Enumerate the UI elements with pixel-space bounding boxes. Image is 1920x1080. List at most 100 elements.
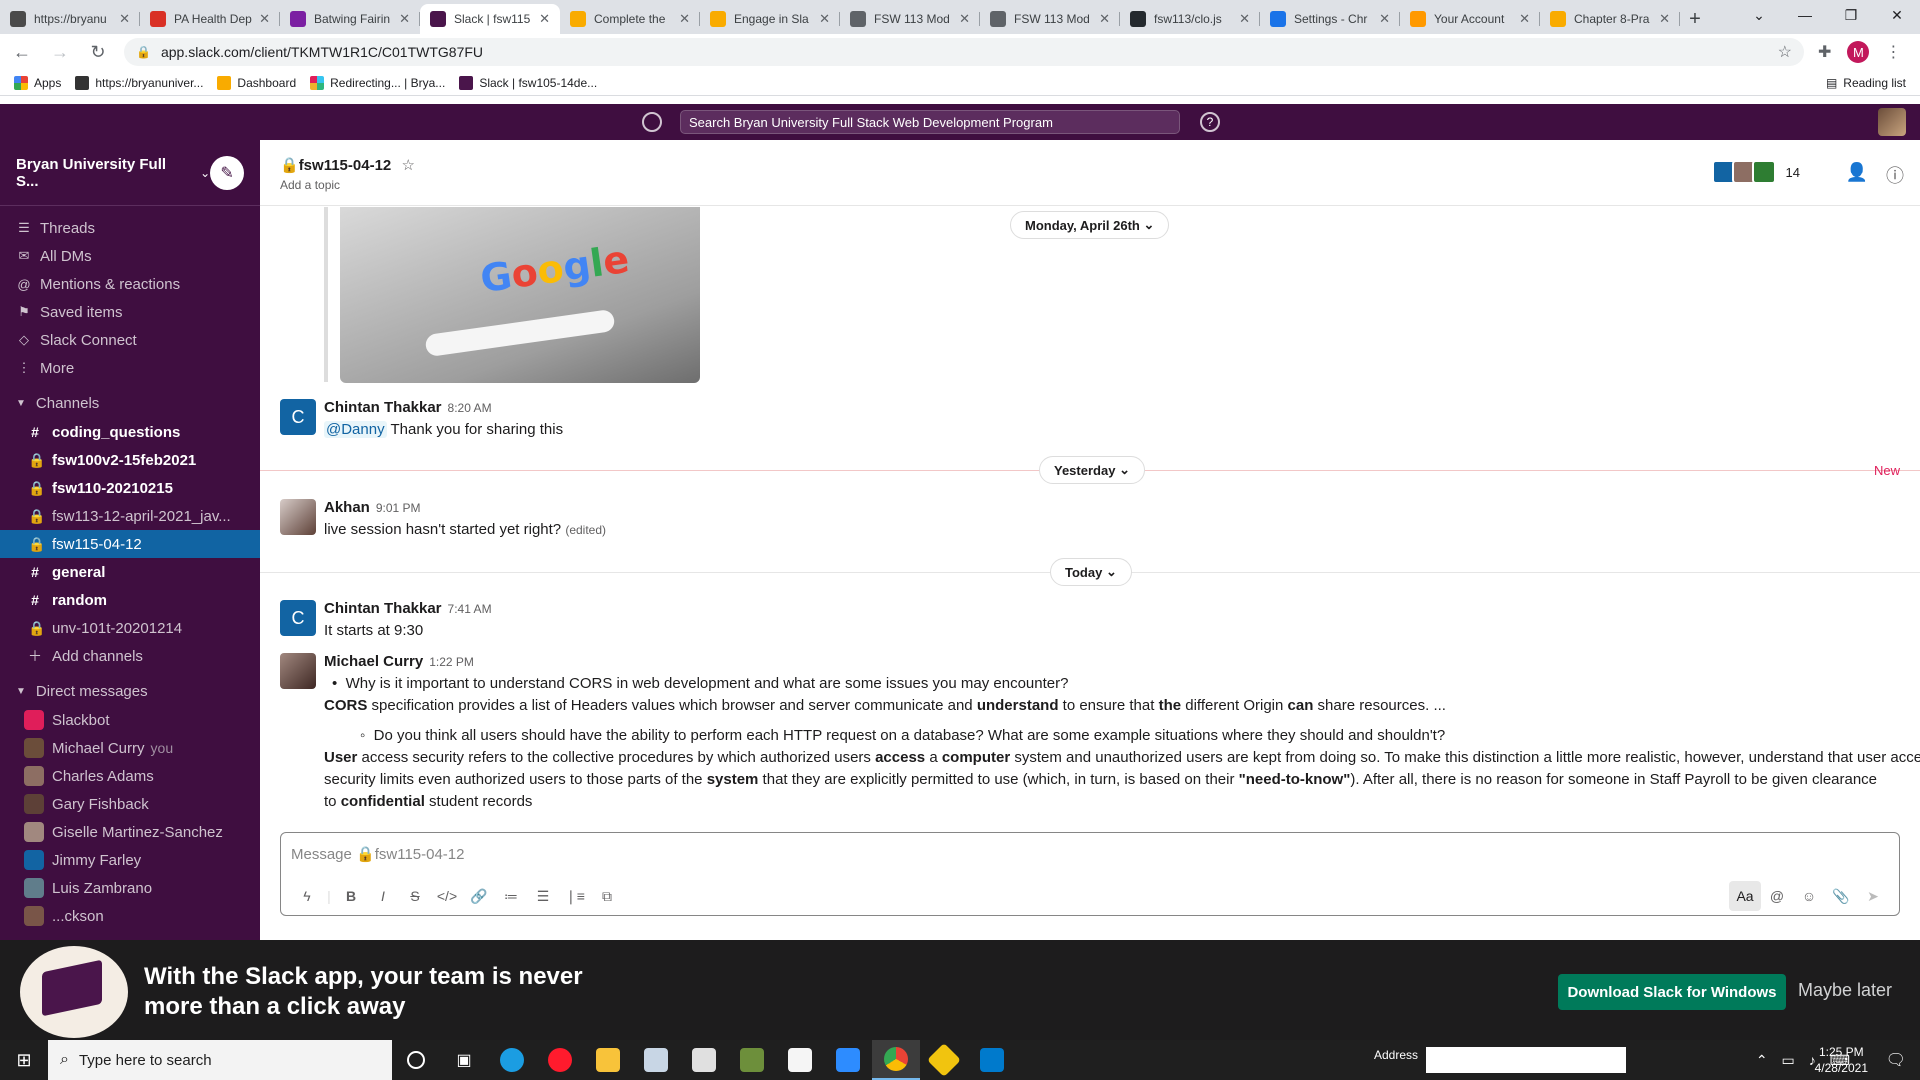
chrome-icon[interactable] xyxy=(872,1040,920,1080)
workspace-header[interactable]: Bryan University Full S... ⌄ ✎ xyxy=(0,140,260,206)
channels-section-header[interactable]: ▼ Channels xyxy=(0,388,260,418)
sidebar-item-saved-items[interactable]: ⚑ Saved items xyxy=(0,298,260,326)
tab-close-icon[interactable]: ✕ xyxy=(819,11,830,27)
add-channels-button[interactable]: ＋ Add channels xyxy=(0,642,260,670)
dm-item[interactable]: ...ckson xyxy=(0,902,260,930)
dm-item[interactable]: Charles Adams xyxy=(0,762,260,790)
message-author[interactable]: Akhan 9:01 PM xyxy=(324,499,421,516)
channel-item[interactable]: 🔒 fsw100v2-15feb2021 xyxy=(0,446,260,474)
dm-item[interactable]: Slackbot xyxy=(0,706,260,734)
formatting-toggle-icon[interactable]: Aa xyxy=(1729,881,1761,911)
tab-close-icon[interactable]: ✕ xyxy=(259,11,270,27)
dm-item[interactable]: Michael Curry you xyxy=(0,734,260,762)
browser-tab[interactable]: PA Health Dep ✕ xyxy=(140,4,280,34)
attach-icon[interactable]: 📎 xyxy=(1825,881,1857,911)
browser-tab[interactable]: Engage in Sla ✕ xyxy=(700,4,840,34)
sidebar-item-more[interactable]: ⋮ More xyxy=(0,354,260,382)
channel-topic[interactable]: Add a topic xyxy=(280,178,340,192)
message-time[interactable]: 1:22 PM xyxy=(429,655,474,669)
restore-icon[interactable]: ❐ xyxy=(1828,0,1874,30)
taskbar-search[interactable]: ⌕ Type here to search xyxy=(48,1040,392,1080)
italic-icon[interactable]: I xyxy=(367,888,399,904)
chrome-menu-icon[interactable]: ⋮ xyxy=(1885,42,1901,62)
bookmark-star-icon[interactable]: ☆ xyxy=(1778,42,1792,62)
tab-close-icon[interactable]: ✕ xyxy=(1519,11,1530,27)
shortcuts-icon[interactable]: ϟ xyxy=(291,888,323,904)
file-explorer-icon[interactable] xyxy=(584,1040,632,1080)
bookmark-redirecting[interactable]: Redirecting... | Brya... xyxy=(310,75,445,90)
chevron-up-icon[interactable]: ⌃ xyxy=(1756,1052,1768,1069)
channel-item[interactable]: 🔒 unv-101t-20201214 xyxy=(0,614,260,642)
avatar[interactable] xyxy=(280,499,316,535)
vscode-icon[interactable] xyxy=(968,1040,1016,1080)
tab-search-icon[interactable]: ⌄ xyxy=(1736,0,1782,30)
profile-avatar[interactable]: M xyxy=(1847,41,1870,63)
message-time[interactable]: 8:20 AM xyxy=(448,401,492,415)
message-author[interactable]: Chintan Thakkar 8:20 AM xyxy=(324,399,492,416)
tab-close-icon[interactable]: ✕ xyxy=(119,11,130,27)
browser-tab[interactable]: fsw113/clo.js ✕ xyxy=(1120,4,1260,34)
back-icon[interactable]: ← xyxy=(6,36,38,68)
address-toolbar-input[interactable] xyxy=(1426,1047,1626,1073)
sidebar-item-threads[interactable]: ☰ Threads xyxy=(0,214,260,242)
browser-tab[interactable]: Your Account ✕ xyxy=(1400,4,1540,34)
avatar[interactable]: C xyxy=(280,600,316,636)
slack-search-input[interactable]: Search Bryan University Full Stack Web D… xyxy=(680,110,1180,134)
tab-close-icon[interactable]: ✕ xyxy=(959,11,970,27)
day-divider-today[interactable]: Today ⌄ xyxy=(1050,558,1132,586)
user-avatar[interactable] xyxy=(1878,108,1906,136)
network-icon[interactable]: ▭ xyxy=(1782,1052,1795,1069)
message-author[interactable]: Michael Curry 1:22 PM xyxy=(324,653,474,670)
dm-item[interactable]: Gary Fishback xyxy=(0,790,260,818)
bookmark-slack-fsw105[interactable]: Slack | fsw105-14de... xyxy=(459,75,597,90)
browser-tab[interactable]: Batwing Fairin ✕ xyxy=(280,4,420,34)
extensions-icon[interactable]: ✚ xyxy=(1818,42,1831,62)
browser-tab[interactable]: Chapter 8-Pra ✕ xyxy=(1540,4,1680,34)
download-slack-button[interactable]: Download Slack for Windows xyxy=(1558,974,1786,1010)
channel-item[interactable]: 🔒 fsw113-12-april-2021_jav... xyxy=(0,502,260,530)
browser-tab[interactable]: FSW 113 Mod ✕ xyxy=(840,4,980,34)
help-icon[interactable]: ? xyxy=(1200,112,1220,132)
emoji-icon[interactable]: ☺ xyxy=(1793,881,1825,911)
tab-close-icon[interactable]: ✕ xyxy=(1659,11,1670,27)
code-block-icon[interactable]: ⧉ xyxy=(591,888,623,905)
dm-item[interactable]: Luis Zambrano xyxy=(0,874,260,902)
strikethrough-icon[interactable]: S xyxy=(399,888,431,904)
mention-icon[interactable]: @ xyxy=(1761,881,1793,911)
reload-icon[interactable]: ↻ xyxy=(82,36,114,68)
message-time[interactable]: 9:01 PM xyxy=(376,501,421,515)
sidebar-item-all-dms[interactable]: ✉ All DMs xyxy=(0,242,260,270)
address-bar[interactable]: 🔒 app.slack.com/client/TKMTW1R1C/C01TWTG… xyxy=(124,38,1804,66)
message-author[interactable]: Chintan Thakkar 7:41 AM xyxy=(324,600,492,617)
send-icon[interactable]: ➤ xyxy=(1857,881,1889,911)
notepad-icon[interactable] xyxy=(776,1040,824,1080)
bookmark-apps[interactable]: Apps xyxy=(14,75,61,90)
star-icon[interactable]: ☆ xyxy=(401,157,414,174)
message-time[interactable]: 7:41 AM xyxy=(448,602,492,616)
dm-item[interactable]: Giselle Martinez-Sanchez xyxy=(0,818,260,846)
edge-icon[interactable] xyxy=(488,1040,536,1080)
tab-close-icon[interactable]: ✕ xyxy=(1239,11,1250,27)
browser-tab[interactable]: Complete the ✕ xyxy=(560,4,700,34)
message-composer[interactable]: Message 🔒fsw115-04-12 ϟ | B I S </> 🔗 ≔ … xyxy=(280,832,1900,916)
zoom-icon[interactable] xyxy=(824,1040,872,1080)
reading-list[interactable]: ▤ Reading list xyxy=(1826,76,1906,90)
minimize-icon[interactable]: — xyxy=(1782,0,1828,30)
new-tab-icon[interactable]: + xyxy=(1680,4,1710,34)
avatar[interactable]: C xyxy=(280,399,316,435)
minecraft-icon[interactable] xyxy=(728,1040,776,1080)
blockquote-icon[interactable]: ❘≡ xyxy=(559,888,591,905)
bold-icon[interactable]: B xyxy=(335,888,367,904)
browser-tab[interactable]: Slack | fsw115 ✕ xyxy=(420,4,560,34)
dm-section-header[interactable]: ▼ Direct messages xyxy=(0,676,260,706)
windows-start-icon[interactable]: ⊞ xyxy=(0,1040,48,1080)
maybe-later-button[interactable]: Maybe later xyxy=(1798,980,1892,1001)
channel-item[interactable]: # random xyxy=(0,586,260,614)
bulleted-list-icon[interactable]: ☰ xyxy=(527,888,559,905)
tab-close-icon[interactable]: ✕ xyxy=(679,11,690,27)
browser-tab[interactable]: FSW 113 Mod ✕ xyxy=(980,4,1120,34)
member-avatars[interactable]: 14 xyxy=(1711,160,1800,184)
dm-item[interactable]: Jimmy Farley xyxy=(0,846,260,874)
compose-icon[interactable]: ✎ xyxy=(210,155,244,190)
tab-close-icon[interactable]: ✕ xyxy=(539,11,550,27)
